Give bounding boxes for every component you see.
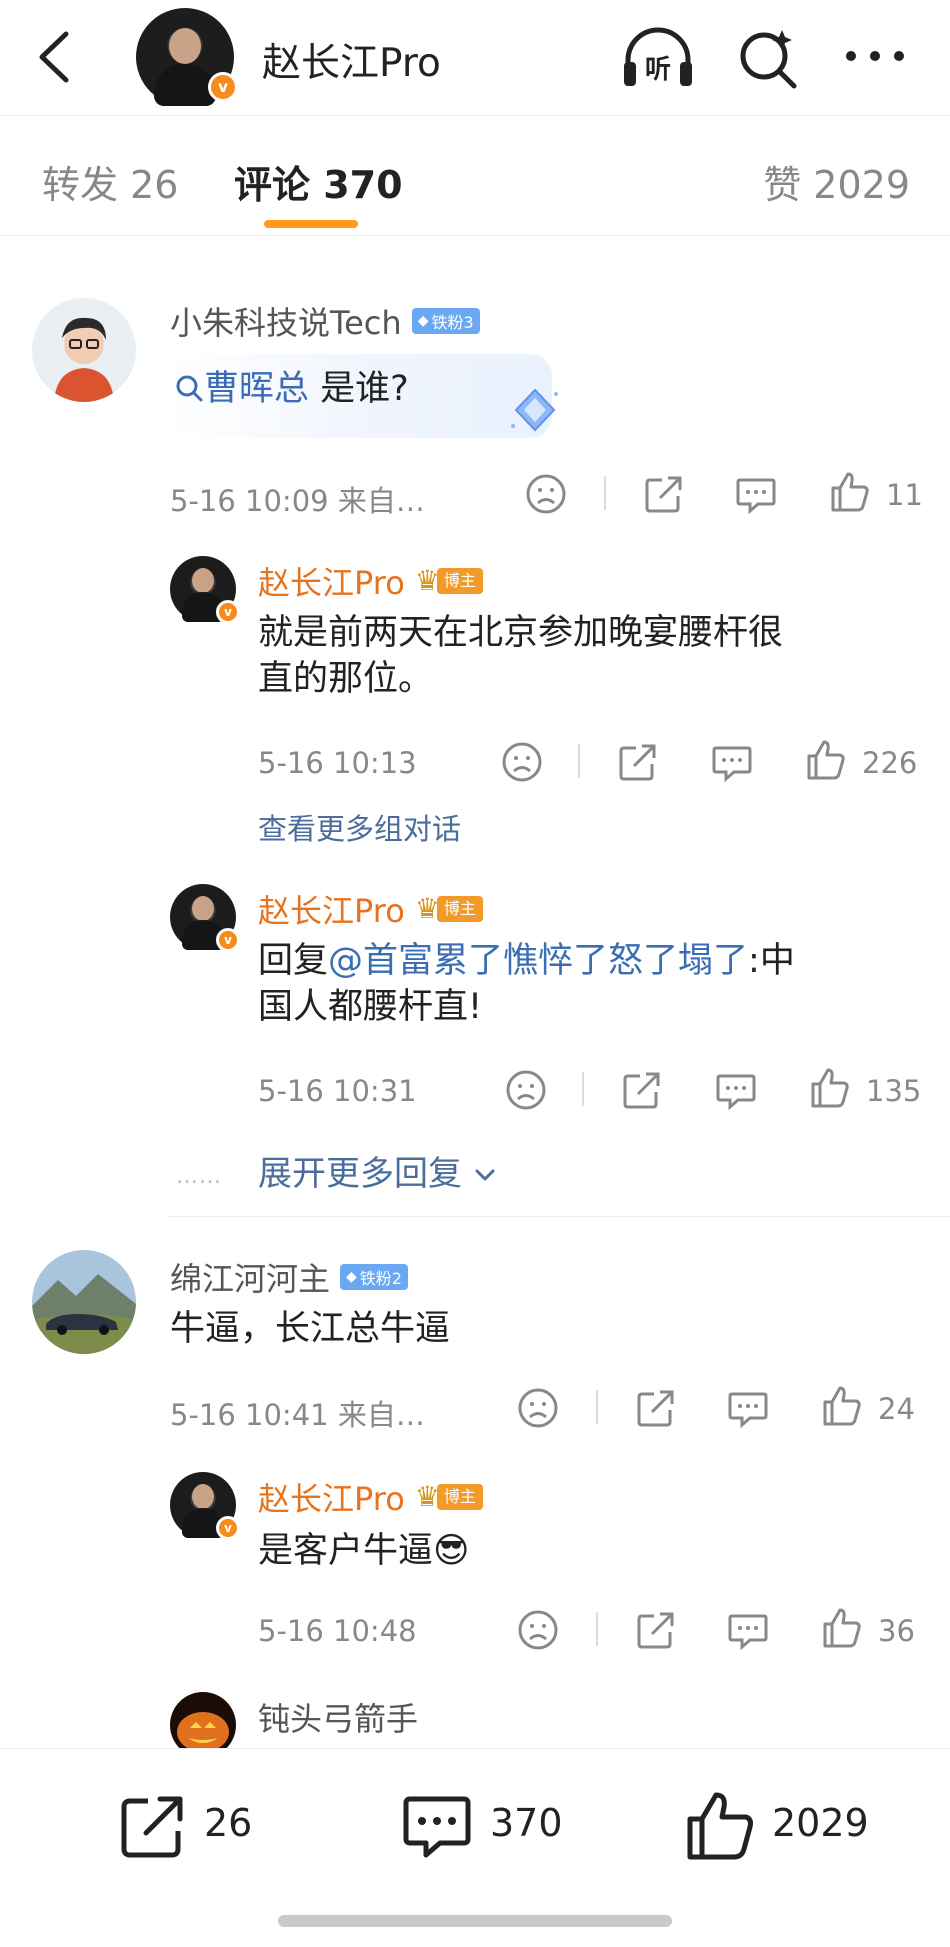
like-count: 135 xyxy=(866,1074,922,1108)
search-keyword-link[interactable]: 曹晖总 xyxy=(204,369,309,409)
back-arrow-icon[interactable] xyxy=(30,28,82,86)
blogger-avatar[interactable]: v xyxy=(170,556,240,624)
search-icon[interactable] xyxy=(736,26,800,90)
diamond-decoration-icon xyxy=(511,388,558,432)
like-count: 226 xyxy=(862,746,918,780)
like-count: 24 xyxy=(878,1392,915,1426)
commenter-avatar[interactable] xyxy=(32,298,136,402)
more-options-icon[interactable] xyxy=(842,36,908,76)
comment-meta: 5-16 10:09 来自… xyxy=(170,484,425,518)
verified-v-icon: v xyxy=(208,72,238,102)
reply-text: 就是前两天在北京参加晚宴腰杆很 直的那位。 xyxy=(258,613,784,699)
comment-count: 370 xyxy=(490,1801,563,1845)
view-more-conversations-link[interactable]: 查看更多组对话 xyxy=(258,806,461,848)
like-thumb-icon[interactable] xyxy=(804,738,848,782)
like-thumb-icon[interactable] xyxy=(808,1066,852,1110)
comment-divider xyxy=(168,1216,950,1217)
dislike-face-icon[interactable] xyxy=(500,740,544,784)
divider xyxy=(604,476,606,510)
reply-text: 是客户牛逼😎 xyxy=(258,1531,470,1571)
dislike-face-icon[interactable] xyxy=(524,472,568,516)
comment-meta: 5-16 10:41 来自… xyxy=(170,1398,425,1432)
expand-more-replies-link[interactable]: 展开更多回复 xyxy=(258,1146,497,1195)
tab-reposts[interactable]: 转发 26 xyxy=(42,154,178,209)
like-thumb-icon[interactable] xyxy=(684,1789,758,1863)
diamond-icon: ◆ xyxy=(417,313,429,329)
search-keyword-icon xyxy=(176,375,203,402)
reply-time: 5-16 10:31 xyxy=(258,1074,417,1108)
blogger-badge: ♛ 博主 xyxy=(415,565,483,597)
bottom-action-bar: 26 370 2029 xyxy=(0,1748,950,1947)
reply-author-name[interactable]: 赵长江Pro ♛ 博主 xyxy=(258,558,483,604)
reply-author-name[interactable]: 赵长江Pro ♛ 博主 xyxy=(258,886,483,932)
commenter-avatar[interactable] xyxy=(32,1250,136,1354)
blogger-avatar[interactable]: v xyxy=(136,8,238,106)
reply-author-name[interactable]: 赵长江Pro ♛ 博主 xyxy=(258,1474,483,1520)
divider xyxy=(596,1390,598,1424)
reply-time: 5-16 10:48 xyxy=(258,1614,417,1648)
tab-bar: 转发 26 评论 370 赞 2029 xyxy=(0,118,950,236)
like-count: 36 xyxy=(878,1614,915,1648)
commenter-name[interactable]: 小朱科技说Tech ◆ 铁粉3 xyxy=(170,298,480,344)
page-title[interactable]: 赵长江Pro xyxy=(262,32,441,88)
active-tab-indicator xyxy=(264,220,358,228)
comment-icon[interactable] xyxy=(714,1068,758,1112)
fan-level-badge: ◆ 铁粉2 xyxy=(340,1264,408,1290)
comment-text: 曹晖总 是谁? xyxy=(174,366,409,412)
commenter-name[interactable]: 钝头弓箭手 xyxy=(258,1694,418,1740)
share-icon[interactable] xyxy=(642,472,686,516)
divider xyxy=(578,744,580,778)
tab-comments[interactable]: 评论 370 xyxy=(234,154,403,209)
dislike-face-icon[interactable] xyxy=(504,1068,548,1112)
like-count: 2029 xyxy=(772,1801,869,1845)
share-icon[interactable] xyxy=(620,1068,664,1112)
comment-icon[interactable] xyxy=(726,1608,770,1652)
divider xyxy=(596,1612,598,1646)
verified-v-icon: v xyxy=(216,928,240,952)
diamond-icon: ◆ xyxy=(346,1269,357,1285)
commenter-name[interactable]: 绵江河河主 ◆ 铁粉2 xyxy=(170,1254,408,1300)
svg-text:听: 听 xyxy=(645,55,671,85)
comment-icon[interactable] xyxy=(734,472,778,516)
fan-level-badge: ◆ 铁粉3 xyxy=(411,308,480,334)
top-nav-bar: v 赵长江Pro 听 xyxy=(0,0,950,116)
blogger-avatar[interactable]: v xyxy=(170,884,240,952)
share-icon[interactable] xyxy=(634,1386,678,1430)
mention-link[interactable]: @首富累了憔悴了怒了塌了 xyxy=(328,941,748,981)
reply-time: 5-16 10:13 xyxy=(258,746,417,780)
verified-v-icon: v xyxy=(216,600,240,624)
comment-icon[interactable] xyxy=(726,1386,770,1430)
dislike-face-icon[interactable] xyxy=(516,1608,560,1652)
dislike-face-icon[interactable] xyxy=(516,1386,560,1430)
tab-likes[interactable]: 赞 2029 xyxy=(763,154,910,209)
blogger-avatar[interactable]: v xyxy=(170,1472,240,1540)
chevron-down-icon xyxy=(475,1169,495,1181)
repost-share-icon[interactable] xyxy=(116,1789,190,1863)
reply-text: 回复@首富累了憔悴了怒了塌了:中 国人都腰杆直! xyxy=(258,941,795,1027)
blogger-badge: ♛ 博主 xyxy=(415,1481,483,1513)
divider xyxy=(582,1072,584,1106)
like-thumb-icon[interactable] xyxy=(828,470,872,514)
share-icon[interactable] xyxy=(634,1608,678,1652)
verified-v-icon: v xyxy=(216,1516,240,1540)
blogger-badge: ♛ 博主 xyxy=(415,893,483,925)
comment-bubble-icon[interactable] xyxy=(400,1789,474,1863)
like-thumb-icon[interactable] xyxy=(820,1384,864,1428)
home-indicator[interactable] xyxy=(278,1915,672,1927)
like-thumb-icon[interactable] xyxy=(820,1606,864,1650)
share-icon[interactable] xyxy=(616,740,660,784)
repost-count: 26 xyxy=(204,1801,253,1845)
listen-headphones-icon[interactable]: 听 xyxy=(620,22,696,92)
like-count: 11 xyxy=(886,478,923,512)
expand-dots: …… xyxy=(176,1164,222,1189)
comment-text: 牛逼，长江总牛逼 xyxy=(170,1309,451,1349)
comment-icon[interactable] xyxy=(710,740,754,784)
